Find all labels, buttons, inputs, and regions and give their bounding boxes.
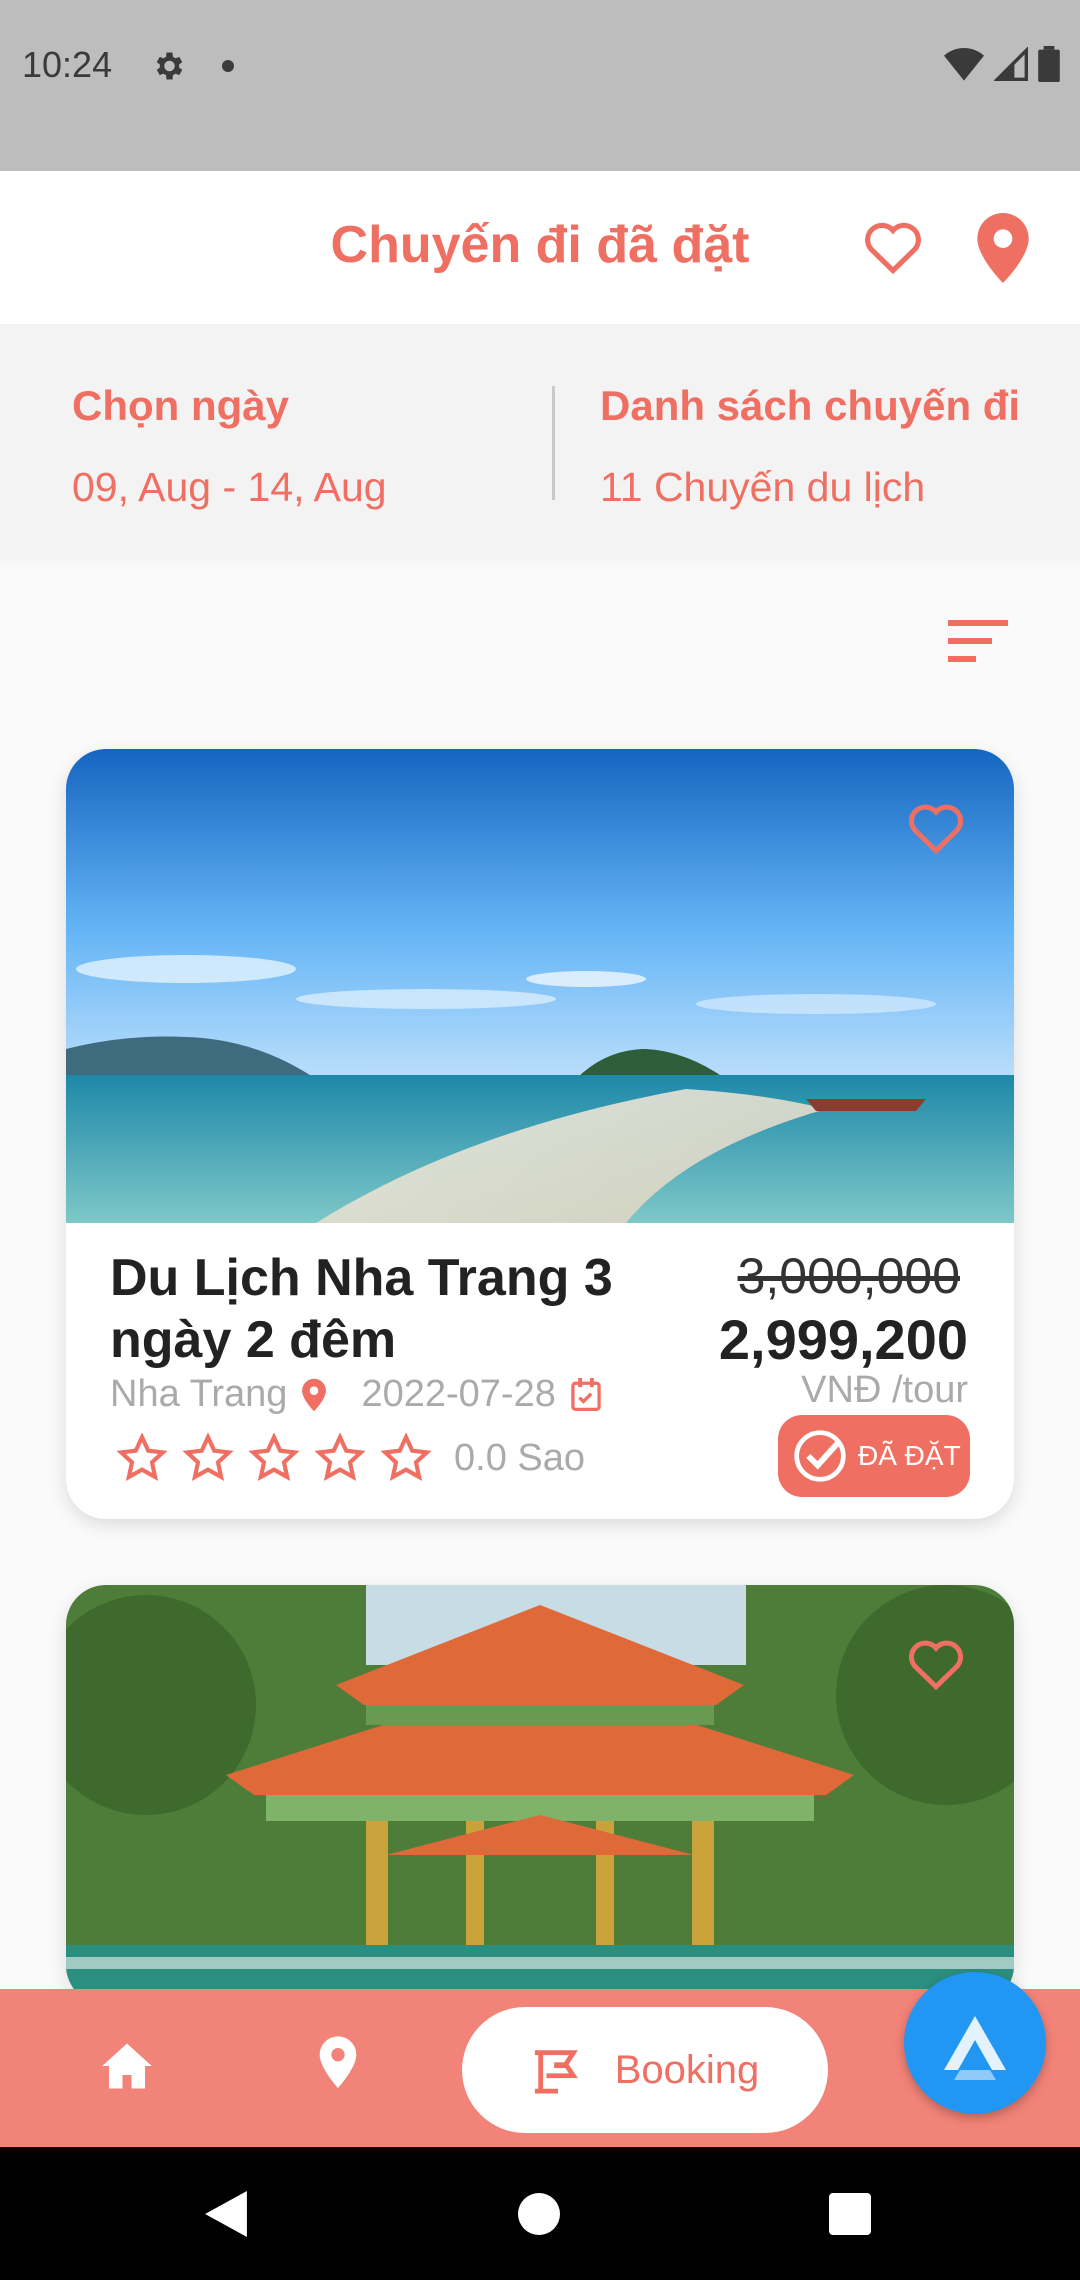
rating-text: 0.0 Sao <box>454 1436 585 1479</box>
check-circle-icon <box>794 1430 846 1482</box>
app-logo-icon <box>944 2016 1006 2080</box>
trip-image-temple <box>66 1585 1014 1989</box>
star-icon <box>182 1433 234 1482</box>
date-value: 09, Aug - 14, Aug <box>72 464 387 510</box>
trip-title: Du Lịch Nha Trang 3 ngày 2 đêm <box>110 1249 613 1369</box>
star-icon <box>380 1433 432 1482</box>
date-picker[interactable]: Chọn ngày 09, Aug - 14, Aug <box>72 382 387 511</box>
date-label: Chọn ngày <box>72 382 289 429</box>
trips-value: 11 Chuyến du lịch <box>600 464 926 510</box>
trip-card[interactable]: Du Lịch Nha Trang 3 ngày 2 đêm 3,000,000… <box>66 749 1014 1519</box>
booking-label: Booking <box>614 2047 760 2092</box>
signal-icon <box>994 47 1028 81</box>
beach-image <box>66 749 1014 1223</box>
favorite-heart-icon[interactable] <box>906 799 966 855</box>
trips-label: Danh sách chuyến đi <box>600 382 1021 429</box>
location-pin-icon[interactable] <box>318 2035 358 2091</box>
app-header: Chuyến đi đã đặt <box>0 171 1080 324</box>
status-time: 10:24 <box>22 44 113 85</box>
favorite-heart-icon[interactable] <box>906 1635 966 1691</box>
trip-card[interactable] <box>66 1585 1014 1989</box>
trip-date: 2022-07-28 <box>361 1373 556 1415</box>
trip-card-body: Du Lịch Nha Trang 3 ngày 2 đêm 3,000,000… <box>66 1223 1014 1519</box>
divider <box>552 386 555 500</box>
booked-badge[interactable]: ĐÃ ĐẶT <box>778 1415 970 1497</box>
status-icons <box>944 46 1060 82</box>
home-icon[interactable] <box>100 2041 154 2091</box>
trip-image-beach <box>66 749 1014 1223</box>
calendar-icon <box>571 1377 601 1411</box>
original-price: 3,000,000 <box>737 1248 960 1304</box>
star-rating: 0.0 Sao <box>116 1433 585 1483</box>
heart-icon[interactable] <box>862 217 924 275</box>
back-icon[interactable] <box>204 2191 248 2237</box>
trip-location: Nha Trang <box>110 1373 288 1415</box>
star-icon <box>314 1433 366 1482</box>
filter-icon[interactable] <box>948 620 1008 664</box>
recents-button[interactable] <box>829 2193 871 2235</box>
trip-list-summary[interactable]: Danh sách chuyến đi 11 Chuyến du lịch <box>600 382 1020 511</box>
home-button[interactable] <box>518 2193 560 2235</box>
location-pin-icon[interactable] <box>975 213 1031 283</box>
booking-tab[interactable]: Booking <box>462 2007 828 2133</box>
temple-image <box>66 1585 1014 1989</box>
trip-list[interactable]: Du Lịch Nha Trang 3 ngày 2 đêm 3,000,000… <box>0 564 1080 1989</box>
notification-dot <box>222 60 234 72</box>
trip-meta: Nha Trang 2022-07-28 <box>110 1373 602 1416</box>
system-nav-bar <box>0 2147 1080 2280</box>
booked-label: ĐÃ ĐẶT <box>858 1440 961 1471</box>
star-icon <box>116 1433 168 1482</box>
trip-info-panel: Chọn ngày 09, Aug - 14, Aug Danh sách ch… <box>0 324 1080 560</box>
gear-icon <box>156 52 183 80</box>
sale-price: 2,999,200 <box>718 1308 968 1371</box>
location-pin-icon <box>302 1378 327 1411</box>
status-bar: 10:24 <box>0 0 1080 171</box>
assistant-fab[interactable] <box>904 1972 1046 2114</box>
booking-icon <box>534 2050 578 2094</box>
wifi-icon <box>944 48 984 81</box>
price-unit: VNĐ /tour <box>801 1369 968 1411</box>
battery-icon <box>1038 46 1060 82</box>
star-icon <box>248 1433 300 1482</box>
